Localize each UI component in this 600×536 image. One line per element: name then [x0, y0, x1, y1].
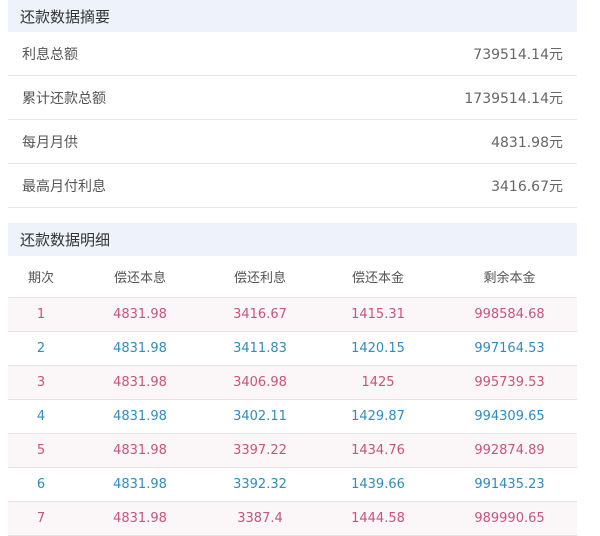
principal-cell: 1439.66	[314, 467, 442, 502]
period-cell: 1	[8, 297, 74, 332]
principal-cell: 1425	[314, 365, 442, 400]
summary-row-max-monthly-interest: 最高月付利息 3416.67元	[8, 164, 577, 208]
remaining-principal-cell: 989990.65	[442, 501, 577, 536]
table-row: 4 4831.98 3402.11 1429.87 994309.65	[8, 399, 577, 434]
column-header-period: 期次	[8, 256, 74, 298]
remaining-principal-cell: 997164.53	[442, 331, 577, 366]
interest-cell: 3411.83	[206, 331, 314, 366]
principal-interest-cell: 4831.98	[74, 433, 206, 468]
principal-interest-cell: 4831.98	[74, 365, 206, 400]
principal-interest-cell: 4831.98	[74, 467, 206, 502]
interest-cell: 3397.22	[206, 433, 314, 468]
table-row: 6 4831.98 3392.32 1439.66 991435.23	[8, 467, 577, 502]
principal-cell: 1434.76	[314, 433, 442, 468]
summary-value: 739514.14元	[473, 46, 563, 63]
summary-row-monthly-payment: 每月月供 4831.98元	[8, 120, 577, 164]
principal-cell: 1444.58	[314, 501, 442, 536]
table-row: 7 4831.98 3387.4 1444.58 989990.65	[8, 501, 577, 536]
interest-cell: 3416.67	[206, 297, 314, 332]
remaining-principal-cell: 992874.89	[442, 433, 577, 468]
principal-cell: 1429.87	[314, 399, 442, 434]
principal-interest-cell: 4831.98	[74, 399, 206, 434]
period-cell: 7	[8, 501, 74, 536]
table-row: 1 4831.98 3416.67 1415.31 998584.68	[8, 297, 577, 332]
column-header-principal: 偿还本金	[314, 256, 442, 298]
detail-section-title: 还款数据明细	[8, 223, 577, 256]
summary-section-title: 还款数据摘要	[8, 0, 577, 32]
remaining-principal-cell: 995739.53	[442, 365, 577, 400]
remaining-principal-cell: 991435.23	[442, 467, 577, 502]
repayment-detail-table: 期次 偿还本息 偿还利息 偿还本金 剩余本金 1 4831.98 3416.67…	[8, 256, 577, 536]
summary-value: 4831.98元	[491, 134, 563, 151]
interest-cell: 3387.4	[206, 501, 314, 536]
summary-label: 利息总额	[22, 46, 78, 63]
summary-label: 最高月付利息	[22, 178, 106, 195]
table-row: 3 4831.98 3406.98 1425 995739.53	[8, 365, 577, 400]
period-cell: 3	[8, 365, 74, 400]
remaining-principal-cell: 994309.65	[442, 399, 577, 434]
table-header-row: 期次 偿还本息 偿还利息 偿还本金 剩余本金	[8, 256, 577, 298]
interest-cell: 3406.98	[206, 365, 314, 400]
summary-label: 累计还款总额	[22, 90, 106, 107]
remaining-principal-cell: 998584.68	[442, 297, 577, 332]
interest-cell: 3402.11	[206, 399, 314, 434]
period-cell: 6	[8, 467, 74, 502]
principal-cell: 1415.31	[314, 297, 442, 332]
principal-interest-cell: 4831.98	[74, 297, 206, 332]
principal-cell: 1420.15	[314, 331, 442, 366]
principal-interest-cell: 4831.98	[74, 331, 206, 366]
principal-interest-cell: 4831.98	[74, 501, 206, 536]
column-header-interest: 偿还利息	[206, 256, 314, 298]
summary-value: 3416.67元	[491, 178, 563, 195]
loan-repayment-panel: 还款数据摘要 利息总额 739514.14元 累计还款总额 1739514.14…	[8, 0, 577, 536]
table-row: 5 4831.98 3397.22 1434.76 992874.89	[8, 433, 577, 468]
interest-cell: 3392.32	[206, 467, 314, 502]
summary-row-total-interest: 利息总额 739514.14元	[8, 32, 577, 76]
summary-row-total-repayment: 累计还款总额 1739514.14元	[8, 76, 577, 120]
summary-label: 每月月供	[22, 134, 78, 151]
column-header-remaining-principal: 剩余本金	[442, 256, 577, 298]
period-cell: 5	[8, 433, 74, 468]
column-header-principal-interest: 偿还本息	[74, 256, 206, 298]
period-cell: 4	[8, 399, 74, 434]
table-row: 2 4831.98 3411.83 1420.15 997164.53	[8, 331, 577, 366]
period-cell: 2	[8, 331, 74, 366]
summary-value: 1739514.14元	[464, 90, 563, 107]
